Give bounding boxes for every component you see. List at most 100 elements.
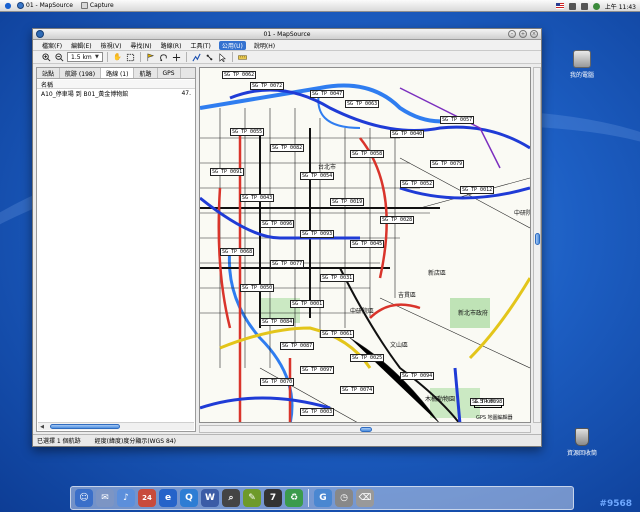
- itunes-icon[interactable]: ♪: [117, 489, 135, 507]
- tab-gps[interactable]: GPS: [158, 68, 181, 78]
- waypoint-label[interactable]: SG TP 0061: [320, 330, 355, 338]
- ie-icon[interactable]: e: [159, 489, 177, 507]
- waypoint-label[interactable]: SG TP 0001: [290, 300, 325, 308]
- maximize-button[interactable]: +: [519, 30, 527, 38]
- quicktime-icon[interactable]: Q: [180, 489, 198, 507]
- sherlock-icon[interactable]: ⌕: [222, 489, 240, 507]
- waypoint-label[interactable]: SG TP 0054: [300, 172, 335, 180]
- waypoint-label[interactable]: SG TP 0052: [400, 180, 435, 188]
- waypoint-label[interactable]: SG TP 0003: [300, 408, 335, 416]
- waypoint-label[interactable]: SG TP 0072: [250, 82, 285, 90]
- tab-airways[interactable]: 航路: [134, 68, 158, 78]
- waypoint-label[interactable]: SG TP 0097: [300, 366, 335, 374]
- waypoint-label[interactable]: SG TP 0047: [310, 90, 345, 98]
- waypoint-label[interactable]: SG TP 0050: [240, 284, 275, 292]
- clock-icon[interactable]: ◷: [335, 489, 353, 507]
- waypoint-label[interactable]: SG TP 0040: [390, 130, 425, 138]
- scale-bar: [474, 405, 502, 408]
- waypoint-label[interactable]: SG TP 0019: [330, 198, 365, 206]
- mail-icon[interactable]: ✉: [96, 489, 114, 507]
- window-titlebar[interactable]: 01 - MapSource – + ×: [33, 29, 541, 40]
- volume-icon[interactable]: [580, 2, 588, 10]
- measure-icon[interactable]: [237, 52, 248, 63]
- preview-icon[interactable]: ✎: [243, 489, 261, 507]
- menu-route[interactable]: 路線(R): [160, 41, 183, 50]
- waypoint-label[interactable]: SG TP 0062: [222, 71, 257, 79]
- waypoint-label[interactable]: SG TP 0070: [260, 378, 295, 386]
- list-header-name[interactable]: 名稱: [37, 80, 195, 89]
- network-icon[interactable]: [568, 2, 576, 10]
- finder-icon[interactable]: ☺: [75, 489, 93, 507]
- menubar-app-mapsource[interactable]: 01 - MapSource: [17, 2, 73, 9]
- list-item[interactable]: A10_停車場 到 B01_黃金博物館 47.: [37, 89, 195, 98]
- pan-icon[interactable]: [171, 52, 182, 63]
- waypoint-label[interactable]: SG TP 0045: [350, 240, 385, 248]
- scroll-thumb[interactable]: [360, 427, 372, 432]
- desktop-icon-computer[interactable]: 我的電腦: [560, 50, 604, 79]
- waypoint-label[interactable]: SG TP 0074: [340, 386, 375, 394]
- map-horizontal-scrollbar[interactable]: [199, 425, 531, 433]
- waypoint-label[interactable]: SG TP 0058: [350, 150, 385, 158]
- waypoint-label[interactable]: SG TP 0025: [350, 354, 385, 362]
- zoom-in-icon[interactable]: [41, 52, 52, 63]
- waypoint-label[interactable]: SG TP 0055: [230, 128, 265, 136]
- pointer-icon[interactable]: [217, 52, 228, 63]
- route-icon[interactable]: [191, 52, 202, 63]
- waypoint-label[interactable]: SG TP 0082: [270, 144, 305, 152]
- menu-view[interactable]: 檢視(V): [100, 41, 123, 50]
- menu-utilities[interactable]: 公用(U): [218, 40, 246, 50]
- zoom-select[interactable]: 1.5 km ▼: [67, 52, 103, 62]
- waypoint-label[interactable]: SG TP 0031: [320, 274, 355, 282]
- waypoint-icon[interactable]: [145, 52, 156, 63]
- waypoint-label[interactable]: SG TP 0057: [440, 116, 475, 124]
- lasso-icon[interactable]: [158, 52, 169, 63]
- waypoint-label[interactable]: SG TP 0063: [345, 100, 380, 108]
- app-icon: [36, 30, 44, 38]
- waypoint-label[interactable]: SG TP 0012: [460, 186, 495, 194]
- tab-tracks[interactable]: 航跡 (198): [60, 68, 102, 78]
- map-scale: 1.5 km: [474, 398, 502, 408]
- close-button[interactable]: ×: [530, 30, 538, 38]
- panel-horizontal-scrollbar[interactable]: ◀: [38, 422, 194, 430]
- scroll-thumb[interactable]: [535, 233, 540, 245]
- map-vertical-scrollbar[interactable]: [533, 67, 541, 423]
- menu-file[interactable]: 檔案(F): [41, 41, 63, 50]
- garmin-icon[interactable]: G: [314, 489, 332, 507]
- apple-icon[interactable]: ●: [3, 1, 13, 11]
- menu-help[interactable]: 說明(H): [253, 41, 276, 50]
- waypoint-label[interactable]: SG TP 0091: [210, 168, 245, 176]
- tab-waypoints[interactable]: 站點: [37, 68, 61, 78]
- clock[interactable]: 上午 11:43: [605, 2, 636, 11]
- waypoint-label[interactable]: SG TP 0028: [380, 216, 415, 224]
- scroll-left-icon[interactable]: ◀: [38, 424, 46, 430]
- waypoint-label[interactable]: SG TP 0043: [240, 194, 275, 202]
- desktop-icon-trash[interactable]: 資源回收筒: [560, 428, 604, 457]
- word-icon[interactable]: W: [201, 489, 219, 507]
- menu-edit[interactable]: 編輯(E): [70, 41, 92, 50]
- menu-find[interactable]: 尋找(N): [129, 41, 152, 50]
- menu-tools[interactable]: 工具(T): [189, 41, 211, 50]
- trash-dock-icon[interactable]: ⌫: [356, 489, 374, 507]
- waypoint-label[interactable]: SG TP 0096: [260, 220, 295, 228]
- waypoint-label[interactable]: SG TP 0094: [400, 372, 435, 380]
- us-flag-icon[interactable]: [555, 3, 564, 9]
- waypoint-label[interactable]: SG TP 0077: [270, 260, 305, 268]
- waypoint-label[interactable]: SG TP 0084: [260, 318, 295, 326]
- select-icon[interactable]: [125, 52, 136, 63]
- waypoint-label[interactable]: SG TP 0079: [430, 160, 465, 168]
- map-view[interactable]: 台北市 中研院 吉貫區 新店區 新北市政府 文山區 木柵動物園 中研院區 SG …: [199, 67, 531, 423]
- recycle-icon[interactable]: ♻: [285, 489, 303, 507]
- minimize-button[interactable]: –: [508, 30, 516, 38]
- status-icon[interactable]: [592, 2, 600, 10]
- scroll-thumb[interactable]: [50, 424, 120, 429]
- waypoint-label[interactable]: SG TP 0087: [280, 342, 315, 350]
- waypoint-label[interactable]: SG TP 0068: [220, 248, 255, 256]
- tab-routes[interactable]: 路線 (1): [101, 68, 135, 78]
- terminal-icon[interactable]: 7: [264, 489, 282, 507]
- zoom-out-icon[interactable]: [54, 52, 65, 63]
- track-icon[interactable]: [204, 52, 215, 63]
- menubar-app-capture[interactable]: Capture: [80, 2, 114, 9]
- hand-icon[interactable]: ✋: [112, 52, 123, 63]
- calendar-icon[interactable]: 24: [138, 489, 156, 507]
- waypoint-label[interactable]: SG TP 0093: [300, 230, 335, 238]
